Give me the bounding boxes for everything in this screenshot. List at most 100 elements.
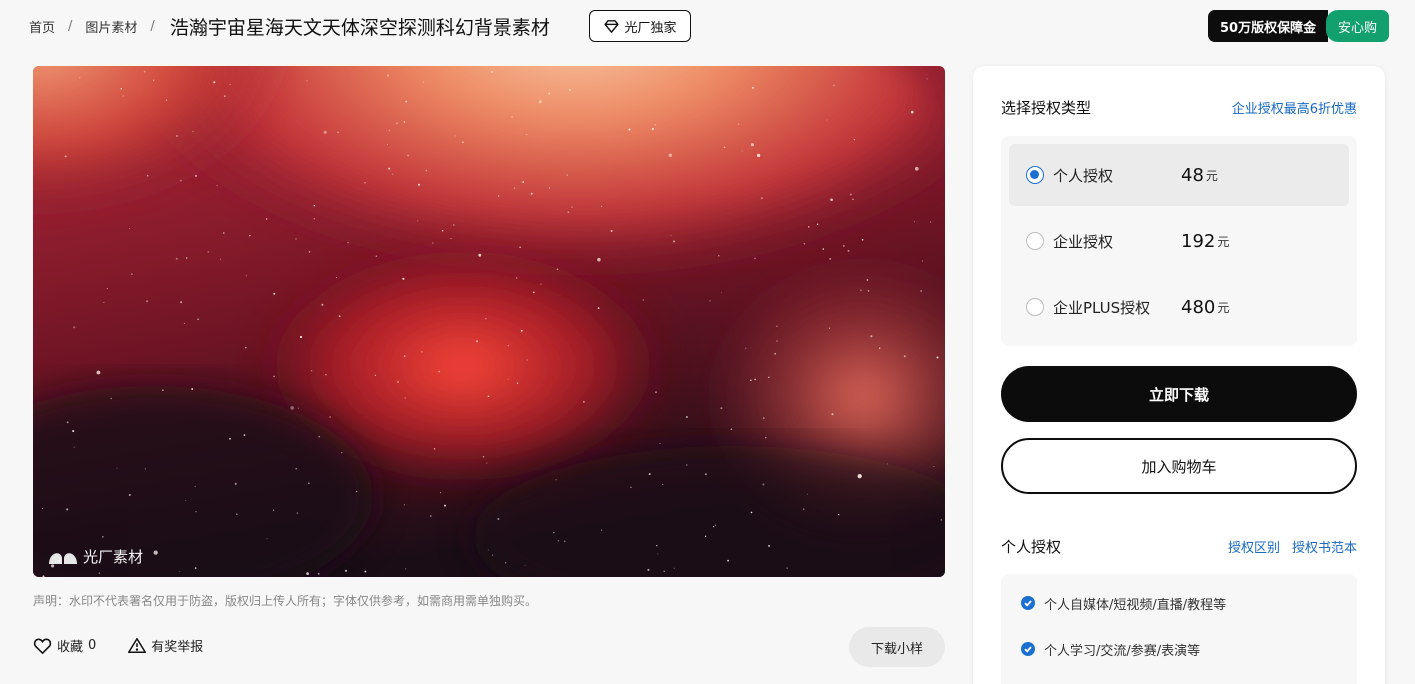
star (216, 185, 218, 187)
download-sample-button[interactable]: 下载小样 (849, 627, 945, 667)
star (229, 83, 231, 85)
star (185, 257, 188, 259)
star (387, 74, 389, 77)
feature-text: 个人学习/交流/参赛/表演等 (1044, 643, 1201, 659)
star (249, 235, 251, 237)
star (245, 346, 247, 349)
star (418, 183, 420, 186)
star (526, 133, 528, 136)
watermark-text: 光厂素材 (83, 548, 144, 566)
star (648, 473, 651, 476)
star (341, 452, 343, 454)
star (116, 467, 118, 469)
star (659, 443, 661, 445)
star (153, 550, 158, 555)
star (433, 448, 436, 450)
add-to-cart-button[interactable]: 加入购物车 (1001, 438, 1357, 494)
favorite-button[interactable]: 收藏 0 (33, 636, 96, 655)
license-option-personal[interactable]: 个人授权 48 元 (1009, 144, 1349, 206)
star (243, 434, 246, 436)
star (567, 211, 570, 214)
star (806, 493, 808, 495)
star (852, 198, 854, 201)
star (497, 518, 500, 520)
star (849, 193, 852, 196)
breadcrumb-home[interactable]: 首页 (29, 17, 55, 36)
star (816, 223, 819, 226)
nebula-preview-image[interactable]: 光厂素材 (33, 66, 945, 577)
download-now-button[interactable]: 立即下载 (1001, 366, 1357, 422)
report-button[interactable]: 有奖举报 (128, 636, 203, 655)
enterprise-promo-link[interactable]: 企业授权最高6折优惠 (1232, 98, 1357, 117)
star (557, 539, 560, 542)
star (397, 380, 399, 383)
star (364, 182, 366, 184)
license-option-enterprise-plus[interactable]: 企业PLUS授权 480 元 (1009, 276, 1349, 338)
star (487, 395, 490, 398)
personal-license-header: 个人授权 授权区别 授权书范本 (1001, 536, 1357, 557)
star (686, 464, 688, 466)
star (364, 570, 367, 573)
star (505, 562, 507, 564)
star (183, 322, 185, 324)
star (195, 511, 197, 513)
star (185, 500, 187, 501)
star (64, 155, 67, 158)
star (866, 279, 869, 281)
price-unit: 元 (1205, 168, 1218, 183)
license-difference-link[interactable]: 授权区别 (1228, 537, 1280, 556)
star (750, 511, 753, 514)
star (571, 206, 573, 208)
star (754, 378, 756, 381)
star (110, 397, 112, 400)
copyright-guarantee-banner[interactable]: 50万版权保障金 安心购 (1208, 10, 1389, 42)
star (715, 524, 717, 526)
star (774, 352, 777, 355)
star (475, 340, 479, 343)
star (829, 257, 832, 260)
license-sample-link[interactable]: 授权书范本 (1292, 537, 1357, 556)
star (861, 238, 864, 241)
star (628, 128, 631, 131)
breadcrumb-separator: / (150, 18, 155, 34)
star (144, 468, 146, 470)
star (143, 70, 146, 73)
personal-license-title: 个人授权 (1001, 538, 1062, 556)
star (886, 463, 888, 465)
star (375, 255, 378, 257)
breadcrumb-category[interactable]: 图片素材 (85, 17, 137, 36)
star (296, 512, 299, 514)
star (421, 351, 423, 353)
star (329, 416, 331, 418)
star (673, 567, 675, 569)
star (454, 135, 456, 137)
license-option-price: 192 (1181, 230, 1216, 252)
star (655, 391, 657, 394)
star (180, 301, 183, 304)
star (511, 115, 513, 118)
star (718, 255, 720, 257)
star (194, 567, 197, 569)
star (601, 529, 603, 531)
star (321, 303, 324, 306)
star (662, 483, 664, 485)
star (553, 531, 555, 534)
star (313, 204, 316, 207)
star (936, 356, 939, 359)
star (921, 260, 923, 262)
star (831, 413, 834, 416)
star (540, 283, 542, 285)
star (162, 389, 164, 392)
star (192, 131, 194, 133)
star (146, 300, 149, 303)
star (313, 218, 315, 220)
star (194, 485, 196, 487)
star (405, 568, 407, 570)
license-option-enterprise[interactable]: 企业授权 192 元 (1009, 210, 1349, 272)
star (272, 509, 275, 511)
star (830, 198, 833, 201)
top-bar: 首页 / 图片素材 / 浩瀚宇宙星海天文天体深空探测科幻背景素材 光厂独家 50… (0, 0, 1415, 54)
star (723, 146, 726, 149)
star (297, 407, 299, 409)
star (651, 127, 654, 130)
